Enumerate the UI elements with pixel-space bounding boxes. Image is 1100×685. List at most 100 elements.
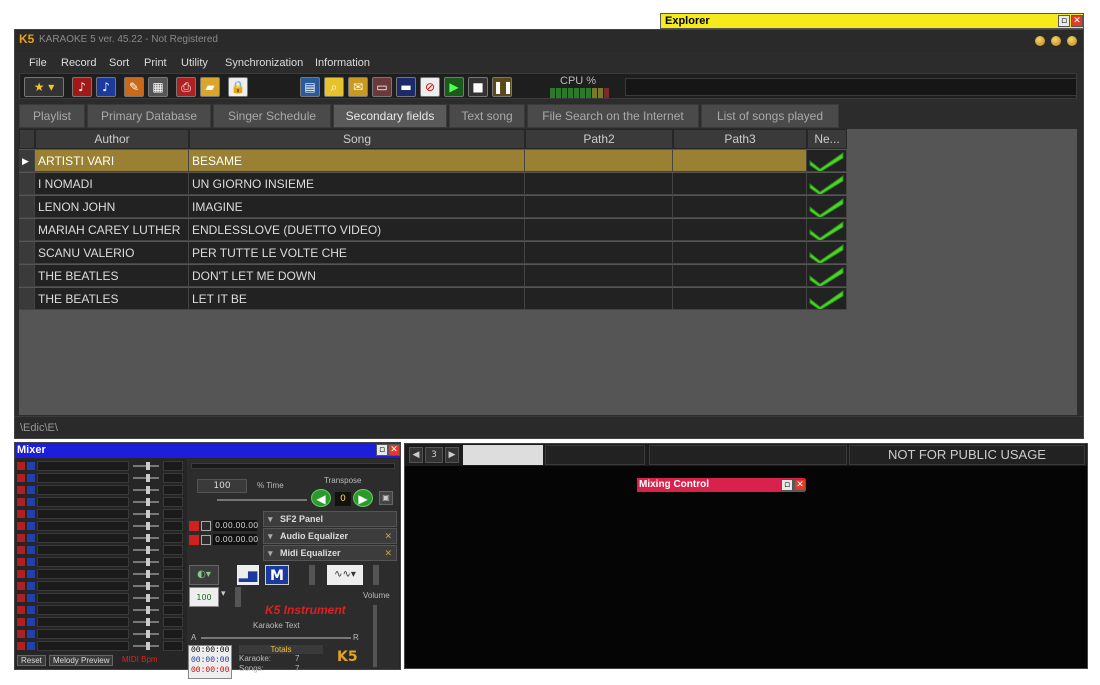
channel-volume-slider[interactable] bbox=[133, 534, 159, 542]
keyboard-icon[interactable]: ▤ bbox=[300, 77, 320, 97]
channel-solo-icon[interactable] bbox=[27, 594, 35, 602]
cell-path2[interactable] bbox=[525, 242, 673, 264]
mixer-channel[interactable] bbox=[17, 581, 185, 591]
channel-mute-icon[interactable] bbox=[17, 606, 25, 614]
row-indicator[interactable]: ▶ bbox=[19, 150, 35, 172]
table-row[interactable]: SCANU VALERIO PER TUTTE LE VOLTE CHE bbox=[19, 242, 847, 264]
record-a-icon[interactable] bbox=[189, 521, 199, 531]
cell-author[interactable]: THE BEATLES bbox=[35, 288, 189, 310]
channel-solo-icon[interactable] bbox=[27, 642, 35, 650]
channel-mute-icon[interactable] bbox=[17, 462, 25, 470]
channel-instrument-select[interactable] bbox=[37, 521, 129, 531]
volume-slider[interactable] bbox=[373, 605, 377, 667]
cell-author[interactable]: THE BEATLES bbox=[35, 265, 189, 287]
mixer-channel[interactable] bbox=[17, 461, 185, 471]
tv-icon[interactable]: ▬ bbox=[396, 77, 416, 97]
table-row[interactable]: ▶ ARTISTI VARI BESAME bbox=[19, 150, 847, 172]
channel-volume-slider[interactable] bbox=[133, 618, 159, 626]
row-indicator[interactable] bbox=[19, 242, 35, 264]
channel-solo-icon[interactable] bbox=[27, 630, 35, 638]
tab-primary-database[interactable]: Primary Database bbox=[87, 104, 211, 128]
pause-icon[interactable]: ❚❚ bbox=[492, 77, 513, 97]
cell-path3[interactable] bbox=[673, 242, 807, 264]
music-note-red-icon[interactable]: ♪ bbox=[72, 77, 92, 97]
menu-print[interactable]: Print bbox=[144, 57, 167, 69]
mixer-restore-icon[interactable]: ▫ bbox=[376, 444, 388, 456]
bars-icon[interactable]: ▂▆ bbox=[237, 565, 259, 585]
channel-solo-icon[interactable] bbox=[27, 582, 35, 590]
search-icon[interactable]: ⌕ bbox=[324, 77, 344, 97]
row-indicator[interactable] bbox=[19, 196, 35, 218]
cell-path3[interactable] bbox=[673, 150, 807, 172]
cell-author[interactable]: ARTISTI VARI bbox=[35, 150, 189, 172]
channel-solo-icon[interactable] bbox=[27, 522, 35, 530]
stop-icon[interactable]: ■ bbox=[468, 77, 488, 97]
channel-volume-slider[interactable] bbox=[133, 474, 159, 482]
channel-solo-icon[interactable] bbox=[27, 534, 35, 542]
channel-volume-slider[interactable] bbox=[133, 642, 159, 650]
column-path2[interactable]: Path2 bbox=[525, 129, 673, 149]
channel-volume-slider[interactable] bbox=[133, 558, 159, 566]
channel-mute-icon[interactable] bbox=[17, 534, 25, 542]
voice-icon[interactable]: ◐▾ bbox=[189, 565, 219, 585]
speed-dropdown-icon[interactable]: ▾ bbox=[221, 589, 231, 605]
channel-volume-slider[interactable] bbox=[133, 510, 159, 518]
cell-path2[interactable] bbox=[525, 219, 673, 241]
channel-solo-icon[interactable] bbox=[27, 474, 35, 482]
karaoke-text-slider[interactable] bbox=[201, 637, 351, 639]
no-icon[interactable]: ⊘ bbox=[420, 77, 440, 97]
channel-solo-icon[interactable] bbox=[27, 462, 35, 470]
row-indicator[interactable] bbox=[19, 219, 35, 241]
cell-song[interactable]: UN GIORNO INSIEME bbox=[189, 173, 525, 195]
cell-path2[interactable] bbox=[525, 196, 673, 218]
cell-path3[interactable] bbox=[673, 265, 807, 287]
marker-a-icon[interactable] bbox=[201, 521, 211, 531]
print-icon[interactable]: ⎙ bbox=[176, 77, 196, 97]
table-row[interactable]: MARIAH CAREY LUTHER ENDLESSLOVE (DUETTO V… bbox=[19, 219, 847, 241]
minimize-button[interactable] bbox=[1035, 36, 1045, 46]
cell-path3[interactable] bbox=[673, 219, 807, 241]
channel-mute-icon[interactable] bbox=[17, 642, 25, 650]
channel-instrument-select[interactable] bbox=[37, 545, 129, 555]
channel-instrument-select[interactable] bbox=[37, 497, 129, 507]
prev-page-button[interactable]: ◀ bbox=[409, 447, 423, 463]
channel-instrument-select[interactable] bbox=[37, 533, 129, 543]
column-new[interactable]: Ne... bbox=[807, 129, 847, 149]
maximize-button[interactable] bbox=[1051, 36, 1061, 46]
channel-solo-icon[interactable] bbox=[27, 546, 35, 554]
transpose-up-button[interactable]: ▶ bbox=[353, 489, 373, 507]
channel-volume-slider[interactable] bbox=[133, 606, 159, 614]
tempo-slider[interactable] bbox=[217, 499, 307, 501]
restore-icon[interactable]: ▫ bbox=[1058, 15, 1070, 27]
cell-path2[interactable] bbox=[525, 150, 673, 172]
speed-gauge-icon[interactable]: 100 bbox=[189, 587, 219, 607]
mixer-channel[interactable] bbox=[17, 545, 185, 555]
film-icon[interactable]: ▦ bbox=[148, 77, 168, 97]
waveform-icon[interactable]: ∿∿▾ bbox=[327, 565, 363, 585]
transpose-down-button[interactable]: ◀ bbox=[311, 489, 331, 507]
next-page-button[interactable]: ▶ bbox=[445, 447, 459, 463]
mixer-close-icon[interactable]: ✕ bbox=[388, 444, 400, 456]
cell-author[interactable]: SCANU VALERIO bbox=[35, 242, 189, 264]
column-path3[interactable]: Path3 bbox=[673, 129, 807, 149]
mixer-channel[interactable] bbox=[17, 557, 185, 567]
cell-song[interactable]: IMAGINE bbox=[189, 196, 525, 218]
tab-songs-played[interactable]: List of songs played bbox=[701, 104, 839, 128]
channel-mute-icon[interactable] bbox=[17, 522, 25, 530]
channel-volume-slider[interactable] bbox=[133, 522, 159, 530]
cell-author[interactable]: LENON JOHN bbox=[35, 196, 189, 218]
close-icon[interactable]: ✕ bbox=[1071, 15, 1083, 27]
channel-solo-icon[interactable] bbox=[27, 510, 35, 518]
cell-author[interactable]: I NOMADI bbox=[35, 173, 189, 195]
table-row[interactable]: THE BEATLES LET IT BE bbox=[19, 288, 847, 310]
menu-utility[interactable]: Utility bbox=[181, 57, 208, 69]
cell-path3[interactable] bbox=[673, 173, 807, 195]
monitor-icon[interactable]: ▭ bbox=[372, 77, 392, 97]
channel-volume-slider[interactable] bbox=[133, 570, 159, 578]
mixer-channel[interactable] bbox=[17, 641, 185, 651]
channel-mute-icon[interactable] bbox=[17, 618, 25, 626]
row-indicator[interactable] bbox=[19, 173, 35, 195]
music-note-blue-icon[interactable]: ♪ bbox=[96, 77, 116, 97]
channel-solo-icon[interactable] bbox=[27, 606, 35, 614]
channel-instrument-select[interactable] bbox=[37, 473, 129, 483]
